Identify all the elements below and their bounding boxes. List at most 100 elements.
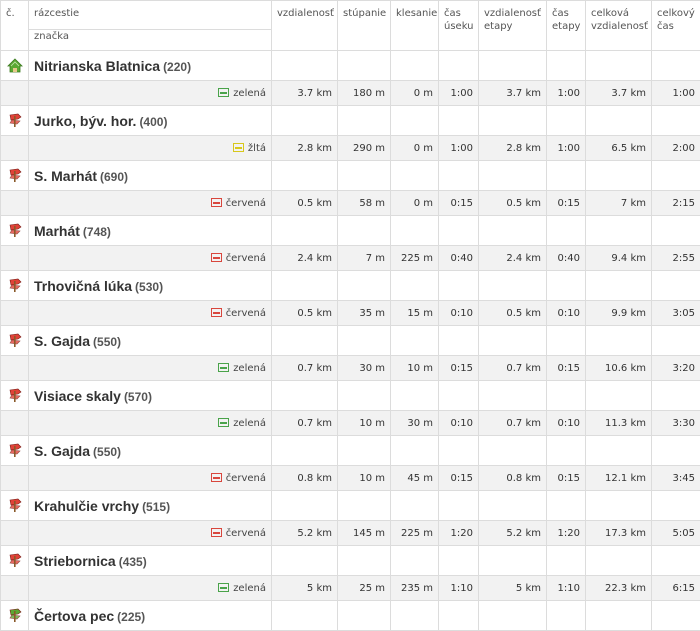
header-marking: značka — [29, 30, 272, 51]
segment-distance: 0.7 km — [272, 411, 338, 436]
empty-cell — [338, 381, 391, 411]
stage-time: 0:15 — [547, 191, 586, 216]
segment-row: zelená0.7 km30 m10 m0:150.7 km0:1510.6 k… — [1, 356, 700, 381]
empty-cell — [272, 381, 338, 411]
stage-distance: 5 km — [479, 576, 547, 601]
place-row: Marhát(748) — [1, 216, 700, 246]
place-name-cell: Čertova pec(225) — [29, 601, 272, 631]
place-altitude: (220) — [163, 60, 191, 74]
segment-distance: 0.5 km — [272, 301, 338, 326]
empty-cell — [652, 381, 700, 411]
total-time: 2:55 — [652, 246, 700, 271]
place-row: S. Gajda(550) — [1, 326, 700, 356]
place-altitude: (570) — [124, 390, 152, 404]
header-distance: vzdialenosť — [272, 1, 338, 51]
trail-mark-icon — [218, 363, 229, 372]
empty-cell — [652, 546, 700, 576]
place-row: S. Marhát(690) — [1, 161, 700, 191]
segment-distance: 0.5 km — [272, 191, 338, 216]
segment-ascent: 145 m — [338, 521, 391, 546]
empty-cell — [391, 326, 439, 356]
empty-cell — [547, 161, 586, 191]
segment-distance: 2.8 km — [272, 136, 338, 161]
segment-time: 1:00 — [439, 136, 479, 161]
empty-cell — [586, 326, 652, 356]
empty-cell — [439, 326, 479, 356]
segment-distance: 0.8 km — [272, 466, 338, 491]
place-row: Striebornica(435) — [1, 546, 700, 576]
place-row: Čertova pec(225) — [1, 601, 700, 631]
signpost-icon — [1, 271, 29, 301]
header-number: č. — [1, 1, 29, 51]
empty-cell — [338, 106, 391, 136]
place-altitude: (530) — [135, 280, 163, 294]
place-name: Jurko, býv. hor. — [34, 113, 136, 129]
empty-cell — [391, 436, 439, 466]
segment-row: žltá2.8 km290 m0 m1:002.8 km1:006.5 km2:… — [1, 136, 700, 161]
place-row: Visiace skaly(570) — [1, 381, 700, 411]
empty-cell — [479, 381, 547, 411]
total-distance: 17.3 km — [586, 521, 652, 546]
empty-cell — [439, 271, 479, 301]
segment-descent: 0 m — [391, 136, 439, 161]
header-stage-time: čas etapy — [547, 1, 586, 51]
segment-descent: 225 m — [391, 521, 439, 546]
marking-cell: červená — [29, 521, 272, 546]
empty-cell — [272, 106, 338, 136]
empty-cell — [547, 51, 586, 81]
segment-row: červená0.5 km58 m0 m0:150.5 km0:157 km2:… — [1, 191, 700, 216]
segment-descent: 15 m — [391, 301, 439, 326]
stage-distance: 0.5 km — [479, 301, 547, 326]
place-name-cell: Jurko, býv. hor.(400) — [29, 106, 272, 136]
place-altitude: (550) — [93, 335, 121, 349]
stage-time: 0:10 — [547, 411, 586, 436]
empty-cell — [391, 106, 439, 136]
header-descent: klesanie — [391, 1, 439, 51]
segment-ascent: 290 m — [338, 136, 391, 161]
place-name-cell: Marhát(748) — [29, 216, 272, 246]
empty-cell — [1, 356, 29, 381]
segment-descent: 45 m — [391, 466, 439, 491]
place-altitude: (748) — [83, 225, 111, 239]
total-time: 5:05 — [652, 521, 700, 546]
empty-cell — [439, 601, 479, 631]
place-name: S. Gajda — [34, 443, 90, 459]
total-distance: 3.7 km — [586, 81, 652, 106]
stage-distance: 5.2 km — [479, 521, 547, 546]
stage-distance: 3.7 km — [479, 81, 547, 106]
segment-row: zelená3.7 km180 m0 m1:003.7 km1:003.7 km… — [1, 81, 700, 106]
place-name-cell: Krahulčie vrchy(515) — [29, 491, 272, 521]
empty-cell — [439, 216, 479, 246]
total-distance: 12.1 km — [586, 466, 652, 491]
empty-cell — [479, 601, 547, 631]
trail-mark-label: červená — [226, 473, 266, 484]
segment-distance: 5.2 km — [272, 521, 338, 546]
empty-cell — [439, 381, 479, 411]
stage-time: 0:10 — [547, 301, 586, 326]
segment-time: 0:15 — [439, 191, 479, 216]
trail-mark-label: červená — [226, 198, 266, 209]
total-time: 2:15 — [652, 191, 700, 216]
trail-mark-icon — [218, 88, 229, 97]
empty-cell — [1, 411, 29, 436]
segment-distance: 3.7 km — [272, 81, 338, 106]
place-name: Trhovičná lúka — [34, 278, 132, 294]
place-name-cell: S. Marhát(690) — [29, 161, 272, 191]
segment-time: 0:10 — [439, 411, 479, 436]
empty-cell — [586, 106, 652, 136]
segment-row: červená5.2 km145 m225 m1:205.2 km1:2017.… — [1, 521, 700, 546]
empty-cell — [338, 436, 391, 466]
empty-cell — [586, 436, 652, 466]
total-distance: 9.9 km — [586, 301, 652, 326]
segment-descent: 0 m — [391, 81, 439, 106]
marking-cell: žltá — [29, 136, 272, 161]
empty-cell — [586, 271, 652, 301]
signpost-icon — [1, 216, 29, 246]
empty-cell — [652, 436, 700, 466]
trail-mark-icon — [218, 418, 229, 427]
stage-time: 0:15 — [547, 356, 586, 381]
route-table: č. rázcestie vzdialenosť stúpanie klesan… — [0, 0, 700, 631]
empty-cell — [547, 271, 586, 301]
signpost-icon — [1, 546, 29, 576]
segment-descent: 235 m — [391, 576, 439, 601]
